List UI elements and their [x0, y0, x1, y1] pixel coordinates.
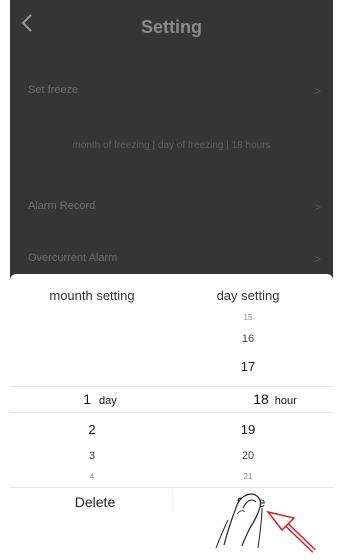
left-selected-unit: day [98, 395, 117, 407]
selection-bottom-divider [10, 412, 333, 413]
right-picker-selected[interactable]: 18 hour [220, 391, 330, 407]
right-picker-item[interactable]: 16 [188, 333, 308, 345]
button-separator [172, 491, 173, 513]
save-button[interactable]: Safe [206, 494, 296, 510]
header: Setting [10, 0, 333, 62]
left-column-header: mounth setting [49, 288, 135, 303]
freeze-summary: month of freezing | day of freezing | 18… [72, 140, 271, 151]
delete-button[interactable]: Delete [50, 494, 140, 510]
right-column-header: day setting [216, 288, 280, 303]
alarm-record-row[interactable]: Alarm Record > [10, 188, 333, 228]
chevron-right-icon: > [313, 200, 321, 214]
overcurrent-alarm-label: Overcurrent Alarm [28, 252, 118, 264]
alarm-record-label: Alarm Record [28, 200, 96, 212]
right-picker-item[interactable]: 21 [188, 472, 308, 481]
set-freeze-row[interactable]: Set freeze > [10, 72, 333, 112]
right-picker-item[interactable]: 19 [188, 422, 308, 437]
page-title: Setting [141, 17, 202, 37]
right-picker-item[interactable]: 15 [188, 313, 308, 322]
chevron-right-icon: > [313, 252, 321, 266]
set-freeze-label: Set freeze [28, 84, 79, 96]
left-picker-item[interactable]: 4 [52, 472, 132, 481]
left-picker-selected[interactable]: 1 day [65, 391, 135, 407]
right-selected-value: 18 [253, 391, 269, 407]
selection-top-divider [10, 386, 333, 387]
phone-screen: Setting Set freeze > month of freezing |… [10, 0, 333, 518]
left-selected-value: 1 [83, 391, 92, 407]
left-picker-item[interactable]: 3 [52, 450, 132, 462]
left-picker-item[interactable]: 2 [52, 422, 132, 437]
right-selected-unit: hour [274, 395, 297, 407]
picker-sheet: mounth setting day setting 15 16 17 1 da… [10, 274, 333, 518]
right-picker-item[interactable]: 20 [188, 450, 308, 462]
footer-divider [10, 487, 333, 488]
right-picker-item[interactable]: 17 [188, 359, 308, 374]
chevron-right-icon: > [313, 84, 321, 98]
